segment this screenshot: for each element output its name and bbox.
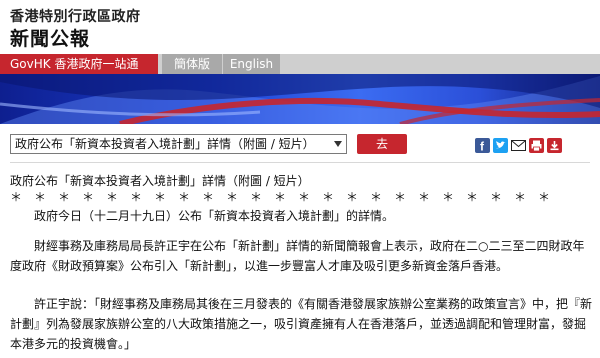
article-paragraph: 政府今日（十二月十九日）公布「新資本投資者入境計劃」的詳情。 [10,209,395,223]
article-headline: 政府公布「新資本投資者入境計劃」詳情（附圖 / 短片） [10,174,310,188]
twitter-icon[interactable] [493,138,508,153]
print-icon[interactable] [529,138,544,153]
email-icon[interactable] [511,138,526,153]
article-select[interactable]: 政府公布「新資本投資者入境計劃」詳情（附圖 / 短片） [10,134,347,154]
govhk-link[interactable]: GovHK 香港政府一站通 [0,54,158,74]
chevron-down-icon [334,141,342,147]
top-navigation: GovHK 香港政府一站通 簡体版 English [0,54,600,74]
divider [10,162,590,163]
star-separator: ＊ ＊ ＊ ＊ ＊ ＊ ＊ ＊ ＊ ＊ ＊ ＊ ＊ ＊ ＊ ＊ ＊ ＊ ＊ ＊ … [10,190,551,204]
simplified-chinese-link[interactable]: 簡体版 [162,54,222,74]
header-banner [0,74,600,124]
masthead: 香港特別行政區政府 新聞公報 [0,0,600,52]
save-icon[interactable] [547,138,562,153]
go-button[interactable]: 去 [357,134,407,154]
government-name: 香港特別行政區政府 [10,9,141,25]
article-paragraph: 財經事務及庫務局局長許正宇在公布「新計劃」詳情的新聞簡報會上表示，政府在二○二三… [10,239,585,273]
article-paragraph: 許正宇說：「財經事務及庫務局其後在三月發表的《有關香港發展家族辦公室業務的政策宣… [10,297,593,351]
page-title[interactable]: 新聞公報 [10,24,90,51]
english-link[interactable]: English [222,54,280,74]
article-select-value: 政府公布「新資本投資者入境計劃」詳情（附圖 / 短片） [15,137,315,151]
banner-graphic [0,74,600,124]
facebook-icon[interactable]: f [475,138,490,153]
article-toolbar: 政府公布「新資本投資者入境計劃」詳情（附圖 / 短片） 去 f [0,128,600,156]
